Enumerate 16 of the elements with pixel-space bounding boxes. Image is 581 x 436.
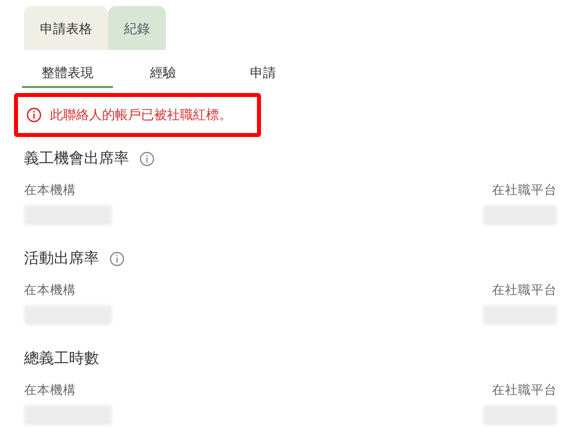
field-label: 在本機構 — [24, 282, 77, 299]
field-label: 在社職平台 — [492, 282, 557, 299]
field-label: 在本機構 — [24, 182, 77, 199]
section-title: 總義工時數 — [24, 349, 99, 368]
section-title: 義工機會出席率 — [24, 149, 129, 168]
tab[interactable]: 申請表格 — [24, 6, 108, 50]
info-icon — [26, 107, 42, 123]
field-label: 在社職平台 — [492, 382, 557, 399]
sub-tab[interactable]: 整體表現 — [22, 60, 113, 88]
sub-tab[interactable]: 申請 — [213, 60, 313, 88]
sub-tab[interactable]: 經驗 — [113, 60, 213, 88]
alert-text: 此聯絡人的帳戶已被社職紅標。 — [50, 107, 232, 124]
field-label: 在社職平台 — [492, 182, 557, 199]
field-label: 在本機構 — [24, 382, 77, 399]
section-title: 活動出席率 — [24, 249, 99, 268]
tab[interactable]: 紀錄 — [108, 6, 166, 50]
